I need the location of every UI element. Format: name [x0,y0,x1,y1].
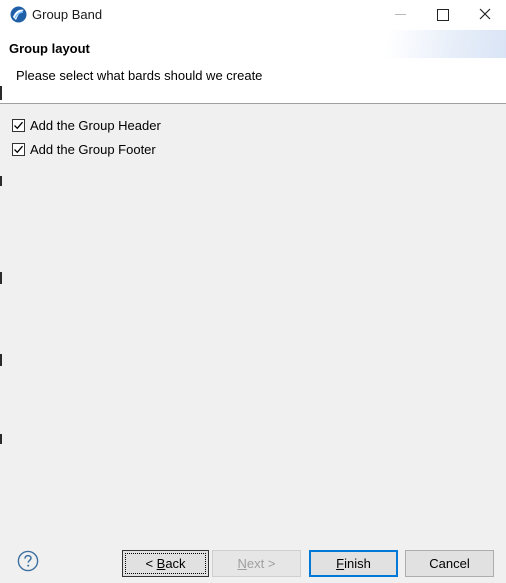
back-button-mnemonic: B [156,556,166,571]
checkmark-icon [14,121,23,129]
title-bar: Group Band [0,0,506,30]
help-icon [17,550,39,572]
group-header-checkbox[interactable] [12,118,25,132]
next-button-suffix: > [264,556,276,571]
window-title: Group Band [32,7,103,22]
wizard-footer: < Back Next > Finish Cancel [0,536,506,583]
group-header-option[interactable]: Add the Group Header [12,116,161,134]
finish-button[interactable]: Finish [309,550,398,577]
wizard-header: Group layout Please select what bards sh… [0,30,506,104]
finish-button-rest: inish [344,556,371,571]
left-edge-artifacts [0,86,4,536]
eclipse-birt-icon [10,6,27,23]
close-icon [479,8,491,20]
group-footer-checkbox[interactable] [12,142,25,156]
next-button-rest: ext [246,556,265,571]
close-button[interactable] [464,0,506,30]
minimize-button[interactable] [380,0,422,30]
cancel-button-label: Cancel [429,556,470,571]
back-button-prefix: < [145,556,157,571]
help-button[interactable] [17,550,39,572]
wizard-content: Add the Group Header Add the Group Foote… [0,86,506,536]
maximize-button[interactable] [422,0,464,30]
finish-button-mnemonic: F [336,556,345,571]
group-footer-label: Add the Group Footer [30,141,156,157]
group-footer-option[interactable]: Add the Group Footer [12,140,156,158]
next-button[interactable]: Next > [212,550,301,577]
back-button-rest: ack [165,556,186,571]
back-button[interactable]: < Back [122,550,209,577]
page-description: Please select what bards should we creat… [16,68,263,83]
checkmark-icon [14,145,23,153]
group-header-label: Add the Group Header [30,117,161,133]
cancel-button[interactable]: Cancel [405,550,494,577]
next-button-mnemonic: N [237,556,247,571]
page-title: Group layout [9,41,90,56]
header-banner-image [336,30,506,58]
